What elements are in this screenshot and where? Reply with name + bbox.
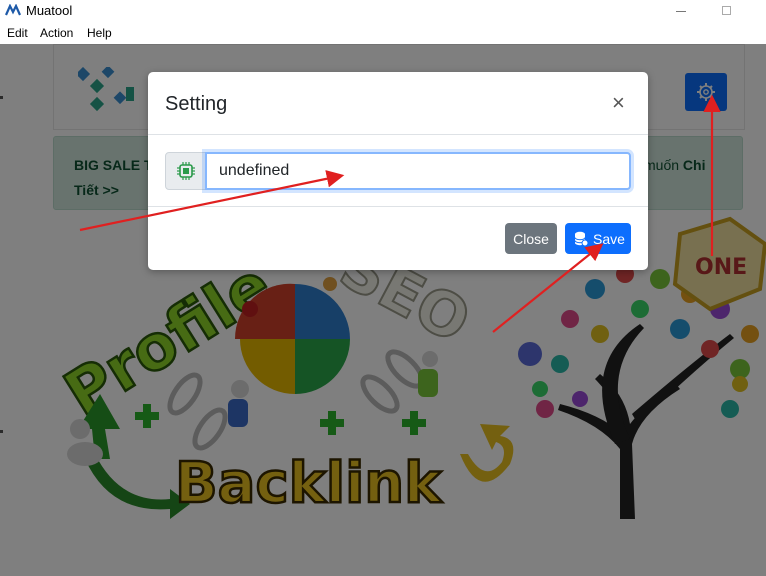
maximize-button[interactable] (704, 0, 750, 22)
save-button[interactable]: Save (565, 223, 631, 254)
input-addon (165, 152, 207, 190)
save-button-label: Save (593, 231, 625, 247)
close-icon[interactable]: × (612, 92, 625, 114)
menu-edit[interactable]: Edit (7, 26, 28, 40)
footer-divider (148, 206, 648, 207)
database-icon (574, 231, 588, 247)
menu-bar: Edit Action Help (0, 22, 766, 44)
window-title: Muatool (26, 3, 73, 18)
menu-help[interactable]: Help (87, 26, 112, 40)
header-divider (148, 134, 648, 135)
setting-input-group (165, 152, 631, 190)
minimize-button[interactable] (658, 0, 704, 22)
dialog-title: Setting (165, 93, 228, 115)
chip-icon (177, 162, 195, 180)
menu-action[interactable]: Action (40, 26, 73, 40)
setting-dialog: Setting × Close Save (148, 72, 648, 270)
muatool-logo-icon (5, 4, 21, 16)
close-button[interactable]: Close (505, 223, 557, 254)
setting-value-input[interactable] (205, 152, 631, 190)
title-bar: Muatool (0, 0, 766, 22)
